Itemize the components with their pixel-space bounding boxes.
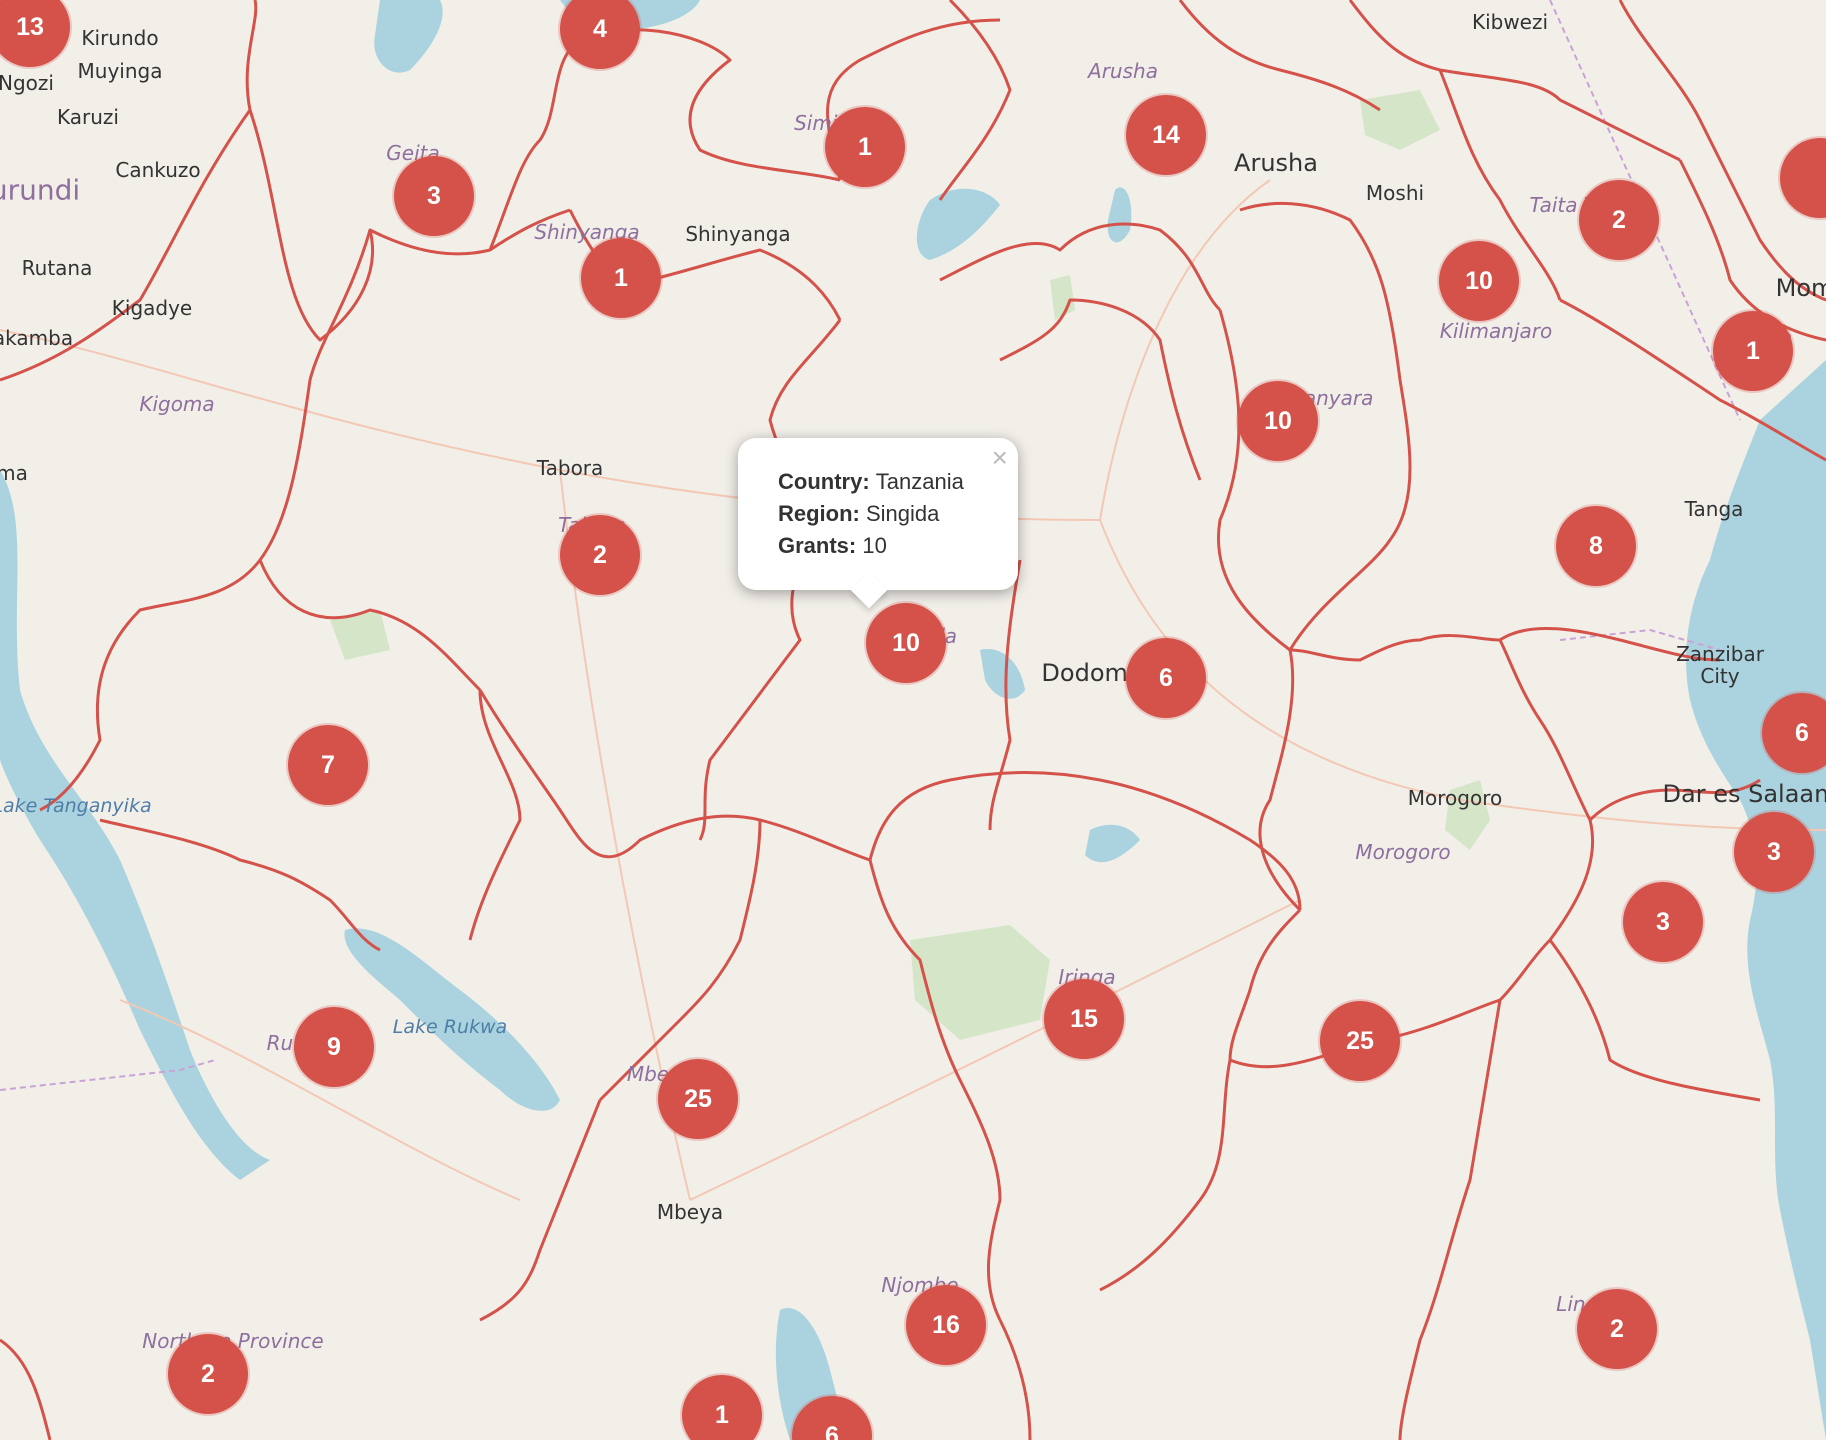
info-popup: × Country: Tanzania Region: Singida Gran… [738, 438, 1018, 609]
lake-natron [1107, 187, 1132, 243]
popup-grants-label: Grants: [778, 533, 863, 558]
cluster-marker[interactable]: 15 [1044, 979, 1124, 1059]
cluster-marker[interactable]: 3 [394, 156, 474, 236]
cluster-marker[interactable]: 25 [1320, 1001, 1400, 1081]
lake-rukwa [344, 928, 560, 1111]
lake-eyasi [916, 188, 1000, 260]
popup-country-value: Tanzania [875, 469, 964, 494]
cluster-marker[interactable]: 10 [1439, 241, 1519, 321]
park-mikumi [1445, 780, 1490, 850]
cluster-marker[interactable]: 7 [288, 725, 368, 805]
cluster-marker[interactable]: 14 [1126, 95, 1206, 175]
cluster-marker[interactable]: 2 [168, 1334, 248, 1414]
cluster-marker[interactable]: 2 [560, 515, 640, 595]
lake-tanganyika [0, 470, 270, 1180]
popup-region-label: Region: [778, 501, 866, 526]
indian-ocean [1686, 360, 1826, 1440]
mtera-dam [1085, 824, 1140, 863]
park-kilimanjaro [1360, 90, 1440, 150]
lake-singida [980, 649, 1025, 699]
cluster-marker[interactable]: 1 [825, 107, 905, 187]
cluster-marker[interactable]: 2 [1577, 1289, 1657, 1369]
cluster-marker[interactable]: 9 [294, 1007, 374, 1087]
popup-grants-row: Grants: 10 [778, 530, 1018, 562]
cluster-marker[interactable]: 10 [866, 603, 946, 683]
cluster-marker[interactable]: 2 [1579, 180, 1659, 260]
popup-region-row: Region: Singida [778, 498, 1018, 530]
cluster-marker[interactable]: 6 [1126, 638, 1206, 718]
popup-country-row: Country: Tanzania [778, 466, 1018, 498]
cluster-marker[interactable]: 1 [1713, 311, 1793, 391]
cluster-marker[interactable]: 1 [581, 238, 661, 318]
basemap [0, 0, 1826, 1440]
cluster-marker[interactable]: 25 [658, 1059, 738, 1139]
cluster-marker[interactable]: 3 [1734, 812, 1814, 892]
cluster-marker[interactable]: 8 [1556, 506, 1636, 586]
popup-grants-value: 10 [862, 533, 887, 558]
map-canvas[interactable]: urundi Kirundo Ngozi Muyinga Karuzi Cank… [0, 0, 1826, 1440]
close-icon[interactable]: × [992, 444, 1008, 472]
cluster-marker[interactable]: 10 [1238, 381, 1318, 461]
popup-country-label: Country: [778, 469, 876, 494]
popup-region-value: Singida [866, 501, 940, 526]
cluster-marker[interactable]: 16 [906, 1285, 986, 1365]
park-ruaha [910, 925, 1050, 1040]
cluster-marker[interactable]: 3 [1623, 882, 1703, 962]
lake-victoria [374, 0, 443, 73]
